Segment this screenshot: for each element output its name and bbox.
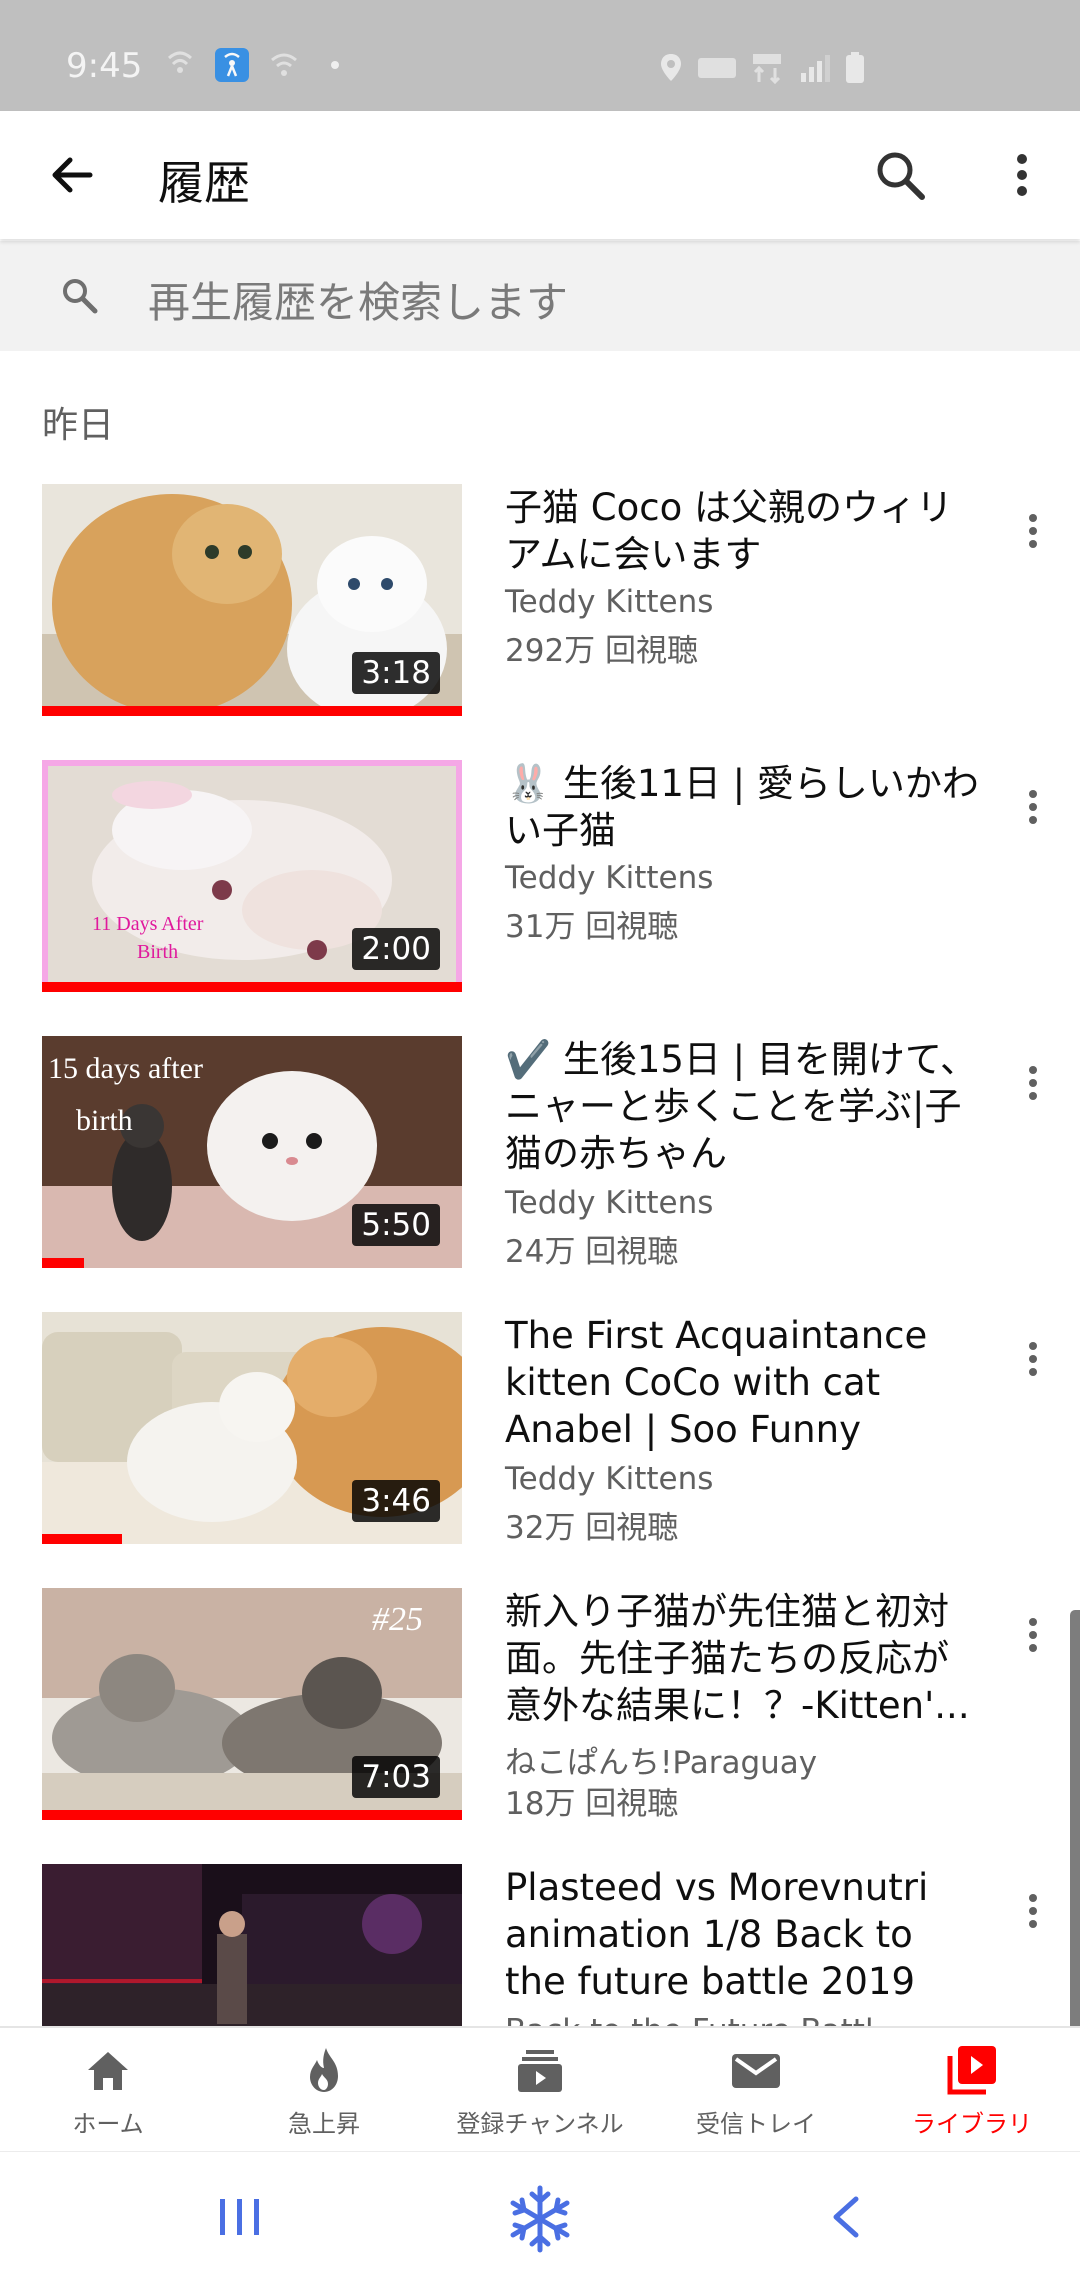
video-duration: 3:18 xyxy=(352,652,440,694)
video-item[interactable]: 11 Days After Birth 2:00 🐰 生後11日 | 愛らしいか… xyxy=(0,760,1080,1000)
home-snowflake-icon[interactable] xyxy=(505,2184,575,2254)
signal-icon xyxy=(799,53,831,87)
video-item[interactable]: Plasteed vs Morevnutri animation 1/8 Bac… xyxy=(0,1864,1080,2026)
library-icon xyxy=(944,2042,1000,2098)
network-4g-icon xyxy=(751,52,785,88)
nav-home-label: ホーム xyxy=(72,2110,144,2138)
battery-icon xyxy=(845,52,865,88)
recent-apps-icon[interactable] xyxy=(216,2195,264,2239)
more-vert-icon[interactable] xyxy=(1018,1336,1048,1386)
notification-dot xyxy=(331,61,339,69)
video-thumbnail[interactable]: 3:46 xyxy=(42,1312,462,1544)
video-thumbnail[interactable] xyxy=(42,1864,462,2026)
video-thumbnail[interactable]: 15 days after birth 5:50 xyxy=(42,1036,462,1268)
bottom-navigation: ホーム 急上昇 登録チャンネル 受信トレイ ライブラリ xyxy=(0,2026,1080,2151)
home-icon xyxy=(80,2042,136,2098)
wifi-direct-icon xyxy=(269,48,299,82)
status-right-icons xyxy=(659,52,865,88)
video-title[interactable]: 新入り子猫が先住猫と初対面。先住子猫たちの反応が意外な結果に！？-Kitten'… xyxy=(505,1588,985,1729)
thumbnail-caption: Birth xyxy=(137,941,178,963)
video-title[interactable]: ✔️ 生後15日 | 目を開けて、ニャーと歩くことを学ぶ|子猫の赤ちゃん xyxy=(505,1036,985,1177)
video-item[interactable]: 3:18 子猫 Coco は父親のウィリアムに会います Teddy Kitten… xyxy=(0,484,1080,724)
thumbnail-caption: birth xyxy=(76,1104,133,1137)
wifi-calling-icon xyxy=(165,48,195,82)
video-views: 292万 回視聴 xyxy=(505,633,699,669)
hotspot-icon xyxy=(215,48,249,82)
history-search-bar[interactable]: 再生履歴を検索します xyxy=(0,241,1080,351)
status-time: 9:45 xyxy=(66,46,143,86)
section-header-yesterday: 昨日 xyxy=(42,405,115,446)
video-duration: 2:00 xyxy=(352,928,440,970)
more-vert-icon[interactable] xyxy=(1018,1060,1048,1110)
nav-home[interactable]: ホーム xyxy=(0,2042,216,2152)
search-icon[interactable] xyxy=(870,145,930,205)
video-channel: Teddy Kittens xyxy=(505,1185,714,1221)
watch-progress-fill xyxy=(42,1534,122,1544)
video-thumbnail[interactable]: 3:18 xyxy=(42,484,462,716)
video-title[interactable]: 🐰 生後11日 | 愛らしいかわい子猫 xyxy=(505,760,985,854)
video-duration: 5:50 xyxy=(352,1204,440,1246)
video-channel: Teddy Kittens xyxy=(505,1461,714,1497)
thumbnail-caption: 11 Days After xyxy=(92,913,204,935)
inbox-mail-icon xyxy=(728,2042,784,2098)
location-icon xyxy=(659,53,683,87)
video-title[interactable]: The First Acquaintance kitten CoCo with … xyxy=(505,1312,985,1453)
nav-trending-label: 急上昇 xyxy=(288,2110,360,2138)
video-views: 18万 回視聴 xyxy=(505,1786,679,1822)
watch-progress-fill xyxy=(42,1810,462,1820)
nav-subscriptions-label: 登録チャンネル xyxy=(456,2110,624,2138)
volte-icon xyxy=(697,54,737,86)
nav-trending[interactable]: 急上昇 xyxy=(216,2042,432,2152)
more-vert-icon[interactable] xyxy=(1018,508,1048,558)
video-item[interactable]: 3:46 The First Acquaintance kitten CoCo … xyxy=(0,1312,1080,1552)
watch-progress-bar xyxy=(42,982,462,992)
video-channel: Teddy Kittens xyxy=(505,584,714,620)
watch-progress-fill xyxy=(42,1258,84,1268)
video-channel: Teddy Kittens xyxy=(505,860,714,896)
arrow-back-icon[interactable] xyxy=(44,147,100,203)
trending-flame-icon xyxy=(296,2042,352,2098)
video-views: 24万 回視聴 xyxy=(505,1234,679,1270)
video-thumbnail[interactable]: 11 Days After Birth 2:00 xyxy=(42,760,462,992)
video-channel: Back to the Future Battl xyxy=(505,2013,874,2026)
nav-library[interactable]: ライブラリ xyxy=(864,2042,1080,2152)
page-title: 履歴 xyxy=(158,156,250,210)
status-bar: 9:45 xyxy=(0,0,1080,111)
thumbnail-caption: #25 xyxy=(372,1601,423,1638)
watch-progress-bar xyxy=(42,1534,462,1544)
video-item[interactable]: 15 days after birth 5:50 ✔️ 生後15日 | 目を開け… xyxy=(0,1036,1080,1276)
nav-inbox-label: 受信トレイ xyxy=(696,2110,816,2138)
more-vert-icon[interactable] xyxy=(1000,145,1044,205)
status-left-icons xyxy=(165,48,339,82)
nav-inbox[interactable]: 受信トレイ xyxy=(648,2042,864,2152)
nav-subscriptions[interactable]: 登録チャンネル xyxy=(432,2042,648,2152)
watch-progress-fill xyxy=(42,706,462,716)
watch-progress-fill xyxy=(42,982,462,992)
search-icon xyxy=(58,274,102,318)
video-thumbnail[interactable]: #25 7:03 xyxy=(42,1588,462,1820)
video-title[interactable]: 子猫 Coco は父親のウィリアムに会います xyxy=(505,484,985,578)
thumbnail-caption: 15 days after xyxy=(48,1052,203,1085)
watch-progress-bar xyxy=(42,1258,462,1268)
video-views: 31万 回視聴 xyxy=(505,909,679,945)
watch-progress-bar xyxy=(42,1810,462,1820)
system-back-icon[interactable] xyxy=(826,2195,866,2239)
app-bar: 履歴 xyxy=(0,111,1080,239)
more-vert-icon[interactable] xyxy=(1018,1612,1048,1662)
more-vert-icon[interactable] xyxy=(1018,784,1048,834)
video-item[interactable]: #25 7:03 新入り子猫が先住猫と初対面。先住子猫たちの反応が意外な結果に！… xyxy=(0,1588,1080,1828)
video-duration: 7:03 xyxy=(352,1756,440,1798)
history-search-input[interactable]: 再生履歴を検索します xyxy=(148,269,568,330)
video-channel: ねこぱんち!Paraguay xyxy=(505,1745,818,1781)
video-views: 32万 回視聴 xyxy=(505,1510,679,1546)
system-navigation-bar xyxy=(0,2151,1080,2280)
more-vert-icon[interactable] xyxy=(1018,1888,1048,1938)
video-title[interactable]: Plasteed vs Morevnutri animation 1/8 Bac… xyxy=(505,1864,985,2005)
scrollbar-handle[interactable] xyxy=(1070,1610,1080,2040)
video-duration: 3:46 xyxy=(352,1480,440,1522)
nav-library-label: ライブラリ xyxy=(912,2110,1032,2138)
watch-progress-bar xyxy=(42,706,462,716)
subscriptions-icon xyxy=(512,2042,568,2098)
